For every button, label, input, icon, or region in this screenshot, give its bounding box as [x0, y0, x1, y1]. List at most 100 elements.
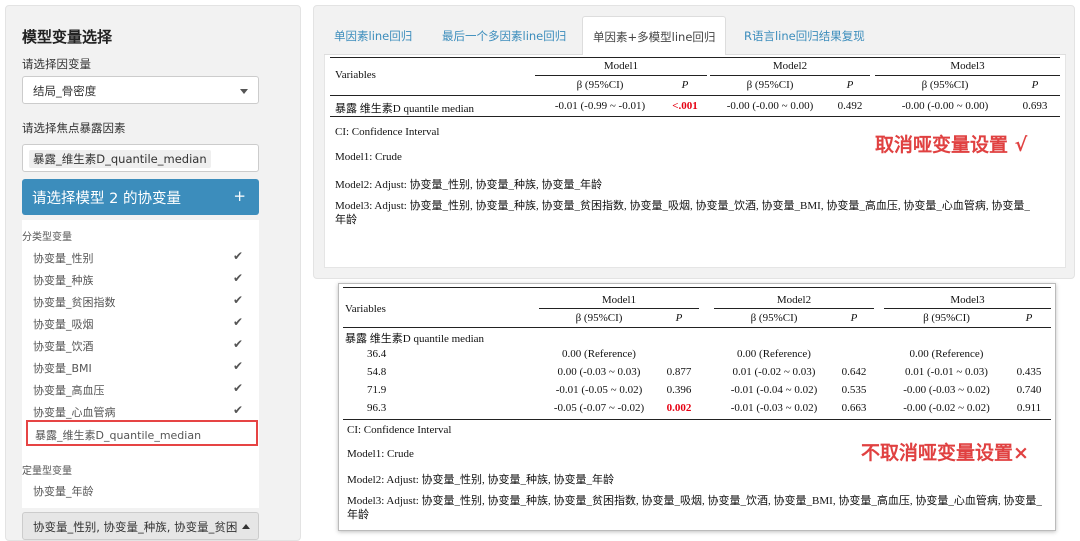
cell-m2-beta: 0.01 (-0.02 ~ 0.03): [732, 366, 816, 378]
cell-m3-p: 0.435: [1016, 366, 1042, 378]
cell-m3-beta: 0.00 (Reference): [909, 348, 984, 360]
check-icon: ✔: [232, 315, 243, 329]
footnote-model1: Model1: Crude: [347, 448, 414, 460]
cell-m3-beta: -0.00 (-0.02 ~ 0.02): [903, 402, 990, 414]
covariate-panel-title: 请选择模型 2 的协变量: [32, 191, 181, 207]
model3-header: Model3: [950, 60, 985, 72]
model2-header: Model2: [776, 294, 812, 306]
group-label-continuous: 定量型变量: [22, 466, 72, 477]
tab-r-reproduce[interactable]: R语言line回归结果复现: [734, 16, 875, 55]
option-hypertension[interactable]: 协变量_高血压 ✔: [33, 381, 243, 398]
cell-m2-p: 0.535: [841, 384, 867, 396]
row-label: 暴露 维生素D quantile median: [345, 333, 485, 345]
check-icon: ✔: [232, 293, 243, 307]
footnote-model3: Model3: Adjust: 协变量_性别, 协变量_种族, 协变量_贫困指数…: [347, 495, 1042, 521]
table1-container: Variables Model1 Model2 Model3 β (95%CI)…: [324, 55, 1066, 268]
option-race[interactable]: 协变量_种族 ✔: [33, 271, 243, 288]
table-rule: [539, 308, 699, 309]
cell-m1-beta: 0.00 (Reference): [562, 348, 636, 360]
level-label: 54.8: [367, 366, 387, 378]
cell-m1-beta: -0.05 (-0.07 ~ -0.02): [553, 402, 645, 414]
footnote-model3: Model3: Adjust: 协变量_性别, 协变量_种族, 协变量_贫困指数…: [335, 200, 1030, 226]
cell-m2-beta: 0.00 (Reference): [737, 348, 811, 360]
covariate-panel-header[interactable]: 请选择模型 2 的协变量 +: [22, 179, 259, 215]
tab-last-multivariate[interactable]: 最后一个多因素line回归: [432, 16, 576, 55]
tab-univariate-multimodel[interactable]: 单因素+多模型line回归: [582, 16, 727, 56]
outcome-select[interactable]: 结局_骨密度: [22, 76, 259, 104]
tab-univariate[interactable]: 单因素line回归: [324, 16, 422, 55]
option-label: 协变量_高血压: [33, 384, 105, 397]
check-icon: ✔: [232, 403, 243, 417]
table-rule: [343, 419, 1051, 420]
outcome-label: 请选择因变量: [22, 57, 91, 71]
cell-m2-beta: -0.01 (-0.03 ~ 0.02): [730, 402, 818, 414]
beta-ci-header: β (95%CI): [923, 312, 970, 324]
table-rule: [330, 57, 1060, 58]
check-icon: ✔: [232, 249, 243, 263]
option-sex[interactable]: 协变量_性别 ✔: [33, 249, 243, 266]
cell-m2-p: 0.663: [841, 402, 867, 414]
beta-ci-header: β (95%CI): [750, 312, 798, 324]
option-label: 协变量_种族: [33, 274, 94, 287]
level-label: 96.3: [367, 402, 387, 414]
covariate-selected-summary: 协变量_性别, 协变量_种族, 协变量_贫困: [33, 520, 238, 534]
exposure-label: 请选择焦点暴露因素: [22, 121, 126, 135]
exposure-chip[interactable]: 暴露_维生素D_quantile_median: [29, 150, 211, 168]
tab-bar: 单因素line回归 最后一个多因素line回归 单因素+多模型line回归 R语…: [324, 16, 1066, 56]
table-rule: [535, 75, 707, 76]
option-age[interactable]: 协变量_年龄: [33, 483, 233, 499]
cell-m2-p: 0.492: [837, 100, 863, 112]
covariate-select[interactable]: 协变量_性别, 协变量_种族, 协变量_贫困: [22, 512, 259, 540]
sidebar-title: 模型变量选择: [22, 28, 113, 46]
exposure-select[interactable]: 暴露_维生素D_quantile_median: [22, 144, 259, 172]
option-poverty[interactable]: 协变量_贫困指数 ✔: [33, 293, 243, 310]
table-rule: [875, 75, 1060, 76]
option-exposure-highlighted[interactable]: 暴露_维生素D_quantile_median: [26, 420, 258, 446]
chevron-up-icon: [242, 524, 250, 529]
option-label: 协变量_心血管病: [33, 406, 116, 419]
col-variables-header: Variables: [335, 69, 376, 81]
cell-m1-beta: -0.01 (-0.05 ~ 0.02): [555, 384, 643, 396]
table-rule: [884, 308, 1051, 309]
table-rule: [330, 116, 1060, 117]
option-cvd[interactable]: 协变量_心血管病 ✔: [33, 403, 243, 420]
p-header: P: [846, 79, 854, 91]
cell-m1-p: 0.002: [666, 402, 692, 414]
sidebar-panel: 模型变量选择 请选择因变量 结局_骨密度 请选择焦点暴露因素 暴露_维生素D_q…: [5, 5, 301, 541]
results-panel: 单因素line回归 最后一个多因素line回归 单因素+多模型line回归 R语…: [313, 5, 1075, 279]
option-drinking[interactable]: 协变量_饮酒 ✔: [33, 337, 243, 354]
option-label: 协变量_饮酒: [33, 340, 94, 353]
check-icon: ✔: [232, 271, 243, 285]
table-rule: [710, 75, 870, 76]
table-rule: [714, 308, 874, 309]
cell-m3-p: 0.740: [1016, 384, 1042, 396]
cell-m3-p: 0.693: [1022, 100, 1048, 112]
check-icon: ✔: [232, 359, 243, 373]
cell-m1-p: 0.877: [666, 366, 692, 378]
table-rule: [330, 95, 1060, 96]
cell-m3-beta: -0.00 (-0.03 ~ 0.02): [903, 384, 990, 396]
footnote-model2: Model2: Adjust: 协变量_性别, 协变量_种族, 协变量_年龄: [347, 474, 615, 486]
option-smoking[interactable]: 协变量_吸烟 ✔: [33, 315, 243, 332]
footnote-ci: CI: Confidence Interval: [335, 126, 440, 138]
option-label: 协变量_BMI: [33, 362, 92, 375]
model1-header: Model1: [603, 60, 639, 72]
chevron-down-icon: [240, 89, 248, 94]
model2-header: Model2: [772, 60, 808, 72]
table2-container: Variables Model1 Model2 Model3 β (95%CI)…: [338, 283, 1056, 531]
cell-m1-beta: -0.01 (-0.99 ~ -0.01): [554, 100, 646, 112]
cell-m3-beta: -0.00 (-0.00 ~ 0.00): [901, 100, 989, 112]
level-label: 71.9: [367, 384, 387, 396]
p-header: P: [681, 79, 689, 91]
p-header: P: [850, 312, 858, 324]
option-bmi[interactable]: 协变量_BMI ✔: [33, 359, 243, 376]
table-rule: [343, 327, 1051, 328]
option-label: 协变量_性别: [33, 252, 94, 265]
annotation-dummy-off: 取消哑变量设置 √: [875, 134, 1028, 156]
check-icon: ✔: [232, 381, 243, 395]
p-header: P: [1031, 79, 1039, 91]
p-header: P: [1025, 312, 1033, 324]
plus-icon[interactable]: +: [233, 187, 246, 205]
option-label: 协变量_贫困指数: [33, 296, 116, 309]
table-rule: [343, 287, 1051, 288]
